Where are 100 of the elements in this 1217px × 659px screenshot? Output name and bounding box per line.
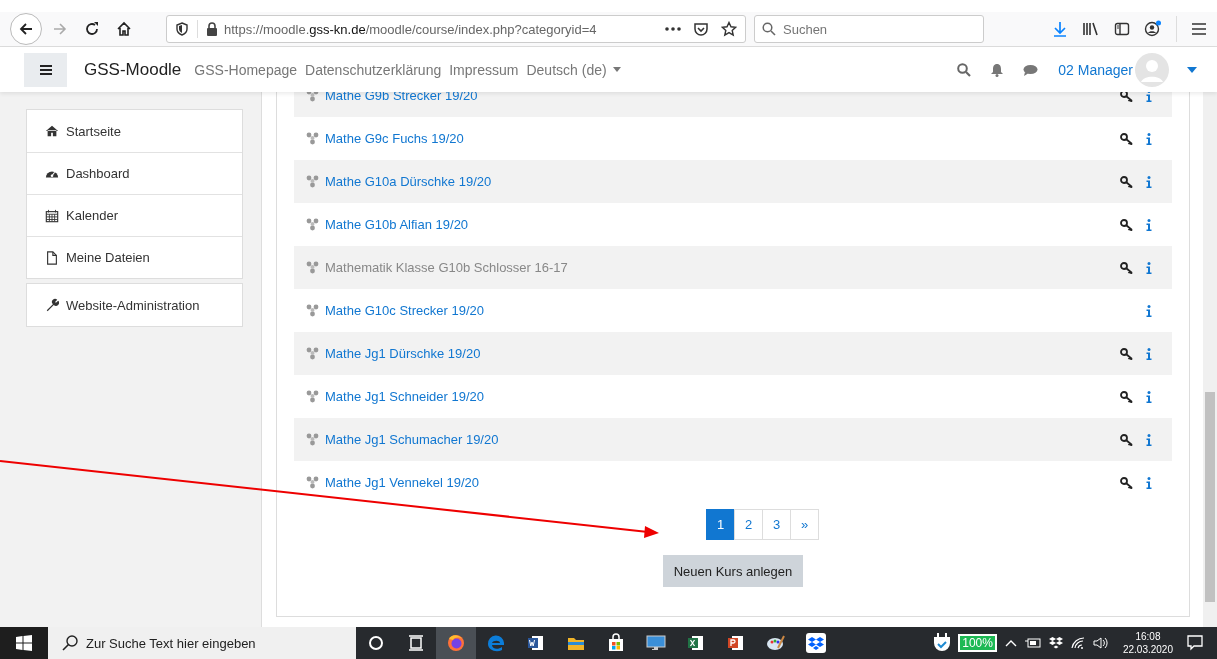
course-icon xyxy=(306,476,319,489)
course-icon xyxy=(306,92,319,102)
document-w-icon xyxy=(526,633,546,653)
file-icon xyxy=(45,250,59,265)
menu-icon[interactable] xyxy=(1191,22,1207,36)
course-link[interactable]: Mathe G10c Strecker 19/20 xyxy=(325,303,484,318)
page-link[interactable]: 1 xyxy=(706,509,735,540)
course-icon xyxy=(306,433,319,446)
course-link[interactable]: Mathe G10b Alfian 19/20 xyxy=(325,217,469,232)
bell-icon[interactable] xyxy=(991,62,1004,77)
address-bar[interactable]: https://moodle.gss-kn.de/moodle/course/index.php?categoryid=4 xyxy=(166,15,746,43)
site-name[interactable]: GSS-Moodle xyxy=(84,59,182,80)
home-icon[interactable] xyxy=(116,21,132,37)
nav-link[interactable]: GSS-Homepage xyxy=(194,61,298,78)
fox-globe-icon xyxy=(446,633,466,653)
search-icon xyxy=(762,22,776,36)
taskbar-search-field[interactable]: Zur Suche Text hier eingeben xyxy=(48,627,356,659)
scrollbar[interactable] xyxy=(1203,92,1217,627)
windows-icon xyxy=(16,635,32,651)
course-icon xyxy=(306,218,319,231)
course-icon xyxy=(306,304,319,317)
download-icon[interactable] xyxy=(1052,21,1068,37)
e-icon xyxy=(486,633,506,653)
sidebar-item[interactable]: Kalender xyxy=(27,194,242,236)
caret-icon xyxy=(612,67,621,72)
course-link[interactable]: Mathe Jg1 Schumacher 19/20 xyxy=(325,432,499,447)
chevron-up-icon[interactable] xyxy=(1004,639,1017,647)
sidebar-item[interactable]: Startseite xyxy=(27,110,242,152)
speech-bubble-icon xyxy=(1187,635,1203,651)
monitor-icon xyxy=(646,633,666,653)
course-link[interactable]: Mathe Jg1 Vennekel 19/20 xyxy=(325,475,479,490)
shopping-bag-icon xyxy=(606,633,626,653)
open-box-icon[interactable] xyxy=(1048,637,1063,649)
reload-icon[interactable] xyxy=(84,21,100,37)
sidebar-item[interactable]: Dashboard xyxy=(27,152,242,194)
spreadsheet-x-icon xyxy=(686,633,706,653)
calendar-icon xyxy=(45,208,59,223)
course-link[interactable]: Mathe G10a Dürschke 19/20 xyxy=(325,174,492,189)
battery-indicator: 100% xyxy=(958,634,997,652)
course-icon xyxy=(306,132,319,145)
course-icon xyxy=(306,347,319,360)
arrow-left-icon xyxy=(18,21,34,37)
task-view-icon xyxy=(406,633,426,653)
search-icon[interactable] xyxy=(957,62,972,77)
nav-link[interactable]: Datenschutzerklärung xyxy=(305,61,442,78)
url-text: https://moodle.gss-kn.de/moodle/course/index.php?categoryid=4 xyxy=(224,21,597,37)
pocket-icon[interactable] xyxy=(693,21,709,37)
lock-icon xyxy=(206,22,218,36)
info-icon[interactable] xyxy=(1146,261,1152,274)
info-icon[interactable] xyxy=(1146,92,1152,102)
open-box-icon xyxy=(806,633,826,653)
caret-icon xyxy=(1187,66,1197,73)
course-icon xyxy=(306,261,319,274)
info-icon[interactable] xyxy=(1146,132,1152,145)
page-link[interactable]: 2 xyxy=(734,509,763,540)
sidebar-icon[interactable] xyxy=(1114,21,1130,37)
info-icon[interactable] xyxy=(1146,304,1152,317)
info-icon[interactable] xyxy=(1146,347,1152,360)
info-icon[interactable] xyxy=(1146,390,1152,403)
wifi-icon[interactable] xyxy=(1070,637,1085,649)
search-icon xyxy=(62,635,78,651)
info-icon[interactable] xyxy=(1146,476,1152,489)
slides-p-icon xyxy=(726,633,746,653)
language-menu[interactable]: Deutsch (de) xyxy=(526,61,621,78)
course-link[interactable]: Mathe Jg1 Schneider 19/20 xyxy=(325,389,484,404)
star-icon[interactable] xyxy=(721,21,737,37)
course-link[interactable]: Mathe G9c Fuchs 19/20 xyxy=(325,131,464,146)
user-menu[interactable]: 02 Manager xyxy=(1058,52,1197,87)
menu-icon xyxy=(38,63,53,76)
info-icon[interactable] xyxy=(1146,218,1152,231)
new-course-button[interactable]: Neuen Kurs anlegen xyxy=(662,555,804,587)
menu-button[interactable] xyxy=(24,52,67,87)
battery-icon[interactable] xyxy=(1024,638,1041,648)
library-icon[interactable] xyxy=(1082,21,1100,37)
info-icon[interactable] xyxy=(1146,433,1152,446)
circle-icon xyxy=(366,633,386,653)
sidebar-item[interactable]: Website-Administration xyxy=(27,284,242,326)
home-icon xyxy=(45,124,59,138)
info-icon[interactable] xyxy=(1146,175,1152,188)
more-icon[interactable] xyxy=(665,26,681,32)
course-icon xyxy=(306,175,319,188)
search-field[interactable]: Suchen xyxy=(754,15,984,43)
account-icon[interactable] xyxy=(1144,20,1162,38)
sidebar-item[interactable]: Meine Dateien xyxy=(27,236,242,278)
clock[interactable]: 16:08 22.03.2020 xyxy=(1122,630,1173,656)
nav-link[interactable]: Impressum xyxy=(449,61,519,78)
course-link[interactable]: Mathe Jg1 Dürschke 19/20 xyxy=(325,346,481,361)
speaker-icon[interactable] xyxy=(1092,637,1109,649)
shield-icon xyxy=(175,22,189,36)
course-icon xyxy=(306,390,319,403)
start-button[interactable] xyxy=(0,627,48,659)
page-link[interactable]: 3 xyxy=(762,509,791,540)
chat-icon[interactable] xyxy=(1023,63,1039,76)
plug-icon xyxy=(934,633,951,653)
course-link[interactable]: Mathematik Klasse G10b Schlosser 16-17 xyxy=(325,260,568,275)
page-link[interactable]: » xyxy=(790,509,819,540)
back-button[interactable] xyxy=(10,13,42,45)
wrench-icon xyxy=(45,298,59,312)
palette-icon xyxy=(766,633,786,653)
avatar-icon xyxy=(1135,52,1169,87)
